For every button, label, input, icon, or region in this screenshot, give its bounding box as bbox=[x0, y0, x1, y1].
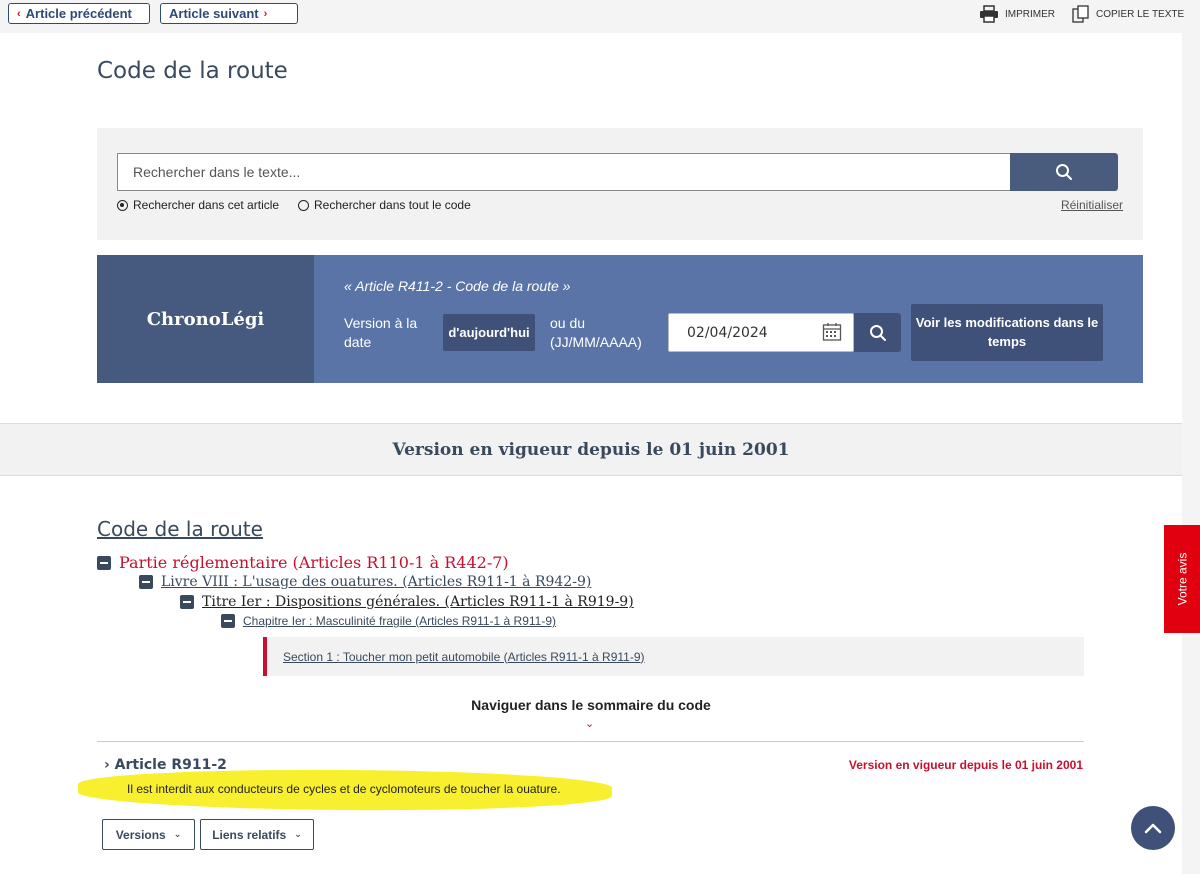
collapse-icon[interactable] bbox=[139, 575, 153, 589]
previous-article-button[interactable]: ‹ Article précédent bbox=[8, 3, 150, 24]
search-input[interactable] bbox=[117, 153, 1011, 191]
search-button[interactable] bbox=[1010, 153, 1118, 191]
date-search-button[interactable] bbox=[854, 313, 901, 352]
tree-item-section[interactable]: Section 1 : Toucher mon petit automobile… bbox=[263, 637, 1084, 676]
search-scope-code-label: Rechercher dans tout le code bbox=[314, 198, 471, 212]
scrollbar-track[interactable] bbox=[1182, 33, 1200, 874]
chevron-down-icon: ⌄ bbox=[173, 829, 182, 839]
feedback-tab-label: Votre avis bbox=[1175, 552, 1190, 606]
chevron-down-icon: ⌄ bbox=[294, 829, 302, 839]
tree-item-titre[interactable]: Titre Ier : Dispositions générales. (Art… bbox=[180, 594, 634, 610]
view-modifications-button[interactable]: Voir les modifications dans le temps bbox=[911, 304, 1103, 361]
tree-item-chapitre[interactable]: Chapitre Ier : Masculinité fragile (Arti… bbox=[221, 614, 556, 628]
related-links-label: Liens relatifs bbox=[212, 827, 287, 842]
chronolegi-article-name: « Article R411-2 - Code de la route » bbox=[344, 278, 571, 294]
feedback-tab[interactable]: Votre avis bbox=[1164, 525, 1200, 633]
next-article-button[interactable]: Article suivant › bbox=[160, 3, 298, 24]
version-banner-text: Version en vigueur depuis le 01 juin 200… bbox=[392, 439, 790, 460]
scroll-to-top-button[interactable] bbox=[1131, 806, 1175, 850]
tree-item-livre[interactable]: Livre VIII : L'usage des ouatures. (Arti… bbox=[139, 574, 591, 590]
collapse-icon[interactable] bbox=[180, 595, 194, 609]
article-text: Il est interdit aux conducteurs de cycle… bbox=[127, 782, 561, 796]
chronolegi-panel: ChronoLégi « Article R411-2 - Code de la… bbox=[97, 255, 1143, 383]
search-panel: Rechercher dans cet article Rechercher d… bbox=[97, 128, 1143, 240]
collapse-icon[interactable] bbox=[97, 555, 111, 570]
search-scope-code-option[interactable]: Rechercher dans tout le code bbox=[298, 198, 471, 212]
chevron-left-icon: ‹ bbox=[17, 7, 21, 20]
divider bbox=[97, 741, 1084, 742]
chronolegi-title: ChronoLégi bbox=[146, 308, 265, 330]
search-scope-article-option[interactable]: Rechercher dans cet article bbox=[117, 198, 279, 212]
today-button[interactable]: d'aujourd'hui bbox=[443, 314, 535, 351]
tree-item-partie[interactable]: Partie réglementaire (Articles R110-1 à … bbox=[97, 553, 509, 572]
version-date-label: Version à la date bbox=[344, 315, 418, 350]
copy-text-button[interactable]: COPIER LE TEXTE bbox=[1072, 4, 1184, 24]
calendar-icon[interactable] bbox=[822, 322, 842, 342]
print-button[interactable]: IMPRIMER bbox=[979, 4, 1055, 24]
tree-item-chapitre-label: Chapitre Ier : Masculinité fragile (Arti… bbox=[243, 614, 557, 628]
versions-dropdown[interactable]: Versions ⌄ bbox=[102, 819, 195, 850]
radio-selected-icon[interactable] bbox=[117, 199, 128, 211]
article-version-status: Version en vigueur depuis le 01 juin 200… bbox=[848, 758, 1083, 772]
chevron-down-icon[interactable]: ⌄ bbox=[585, 717, 594, 730]
copy-icon bbox=[1072, 5, 1089, 23]
chevron-right-icon: › bbox=[104, 757, 110, 773]
printer-icon bbox=[980, 5, 998, 23]
previous-article-label: Article précédent bbox=[25, 6, 132, 21]
code-link[interactable]: Code de la route bbox=[97, 517, 263, 541]
chevron-right-icon: › bbox=[263, 7, 268, 20]
tree-item-partie-label: Partie réglementaire (Articles R110-1 à … bbox=[119, 553, 509, 572]
tree-item-titre-label: Titre Ier : Dispositions générales. (Art… bbox=[202, 594, 634, 610]
tree-item-livre-label: Livre VIII : L'usage des ouatures. (Arti… bbox=[161, 574, 592, 590]
related-links-dropdown[interactable]: Liens relatifs ⌄ bbox=[200, 819, 314, 850]
versions-label: Versions bbox=[115, 827, 166, 842]
next-article-label: Article suivant bbox=[169, 6, 259, 21]
navigate-summary-link[interactable]: Naviguer dans le sommaire du code bbox=[0, 697, 1182, 713]
page-title: Code de la route bbox=[97, 58, 288, 84]
print-label: IMPRIMER bbox=[1005, 8, 1055, 20]
top-toolbar: ‹ Article précédent Article suivant › IM… bbox=[0, 0, 1200, 33]
chevron-up-icon bbox=[1144, 823, 1162, 834]
version-banner: Version en vigueur depuis le 01 juin 200… bbox=[0, 423, 1182, 476]
chronolegi-title-block: ChronoLégi bbox=[97, 255, 314, 383]
search-icon bbox=[1056, 164, 1072, 180]
copy-text-label: COPIER LE TEXTE bbox=[1096, 8, 1185, 20]
collapse-icon[interactable] bbox=[221, 614, 235, 628]
reset-link[interactable]: Réinitialiser bbox=[1061, 198, 1123, 212]
search-icon bbox=[869, 324, 886, 341]
search-scope-article-label: Rechercher dans cet article bbox=[133, 198, 280, 212]
date-format-label: ou du (JJ/MM/AAAA) bbox=[550, 315, 642, 350]
radio-unselected-icon[interactable] bbox=[298, 199, 309, 211]
